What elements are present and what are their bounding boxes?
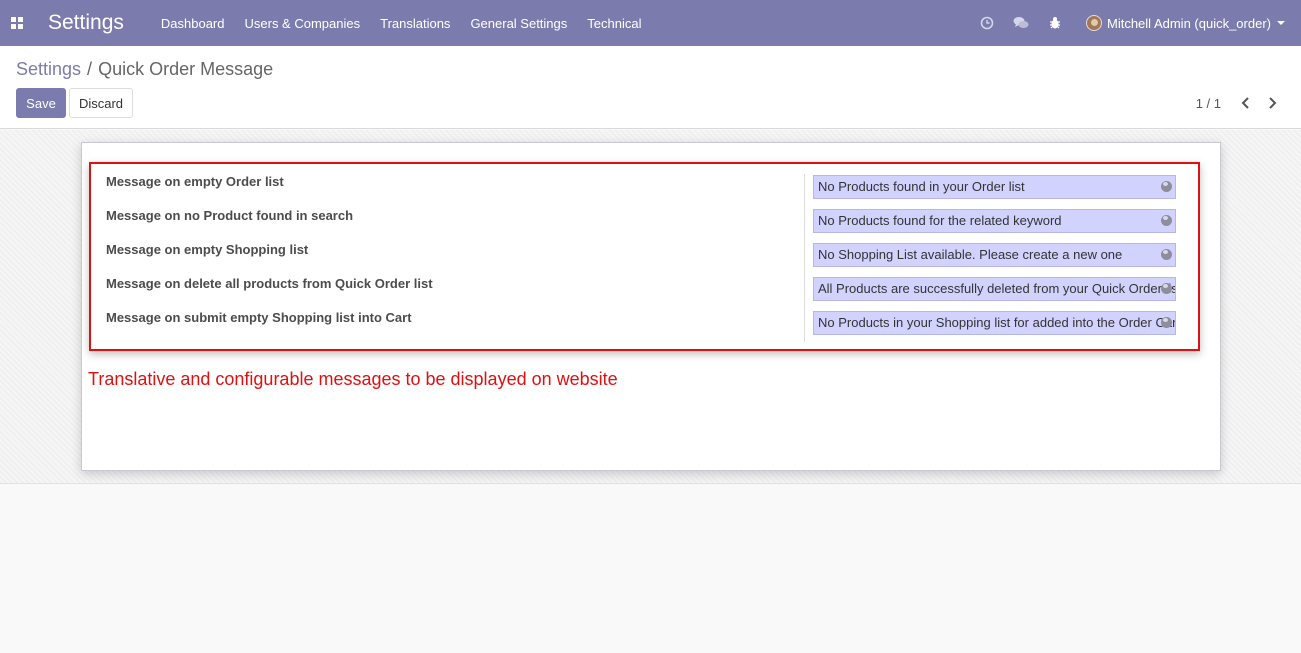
breadcrumb-separator: / <box>87 59 93 79</box>
highlight-box: Message on empty Order list Message on n… <box>89 162 1200 351</box>
pager: 1 / 1 <box>1196 88 1285 118</box>
menu-technical[interactable]: Technical <box>587 16 641 31</box>
control-panel: Settings / Quick Order Message Save Disc… <box>0 46 1301 129</box>
save-button[interactable]: Save <box>16 88 66 118</box>
avatar <box>1085 15 1102 31</box>
user-menu[interactable]: Mitchell Admin (quick_order) <box>1085 15 1285 31</box>
clock-icon[interactable] <box>970 0 1004 46</box>
field-input-empty-shopping-list[interactable]: No Shopping List available. Please creat… <box>813 243 1176 267</box>
menu-general-settings[interactable]: General Settings <box>470 16 567 31</box>
user-name: Mitchell Admin (quick_order) <box>1106 15 1271 31</box>
globe-icon[interactable] <box>1161 215 1172 226</box>
globe-icon[interactable] <box>1161 181 1172 192</box>
menu-users-companies[interactable]: Users & Companies <box>245 16 361 31</box>
chat-icon[interactable] <box>1004 0 1038 46</box>
field-label-no-product-found: Message on no Product found in search <box>106 208 354 223</box>
field-label-empty-order-list: Message on empty Order list <box>106 174 284 189</box>
globe-icon[interactable] <box>1161 283 1172 294</box>
chevron-right-icon[interactable] <box>1259 90 1285 116</box>
column-divider <box>804 174 805 342</box>
menu-translations[interactable]: Translations <box>380 16 450 31</box>
navbar-systray: Mitchell Admin (quick_order) <box>970 0 1301 46</box>
field-input-empty-order-list[interactable]: No Products found in your Order list <box>813 175 1176 199</box>
field-label-delete-all-products: Message on delete all products from Quic… <box>106 276 433 291</box>
breadcrumb-current: Quick Order Message <box>98 59 274 79</box>
breadcrumb: Settings / Quick Order Message <box>16 59 273 80</box>
field-label-empty-shopping-list: Message on empty Shopping list <box>106 242 309 257</box>
field-value: All Products are successfully deleted fr… <box>818 281 1176 296</box>
pager-value: 1 / 1 <box>1195 95 1221 111</box>
menu-dashboard[interactable]: Dashboard <box>161 16 225 31</box>
annotation-text: Translative and configurable messages to… <box>88 369 618 389</box>
apps-grid-icon[interactable] <box>0 0 33 46</box>
app-title: Settings <box>48 11 124 34</box>
globe-icon[interactable] <box>1161 249 1172 260</box>
field-input-submit-empty-shopping-list[interactable]: No Products in your Shopping list for ad… <box>813 311 1176 335</box>
bug-icon[interactable] <box>1038 0 1072 46</box>
field-value: No Products in your Shopping list for ad… <box>818 315 1176 330</box>
field-value: No Products found in your Order list <box>818 179 1025 194</box>
globe-icon[interactable] <box>1161 317 1172 328</box>
discard-button[interactable]: Discard <box>69 88 133 118</box>
form-sheet: Message on empty Order list Message on n… <box>81 142 1221 471</box>
field-input-no-product-found[interactable]: No Products found for the related keywor… <box>813 209 1176 233</box>
breadcrumb-settings-link[interactable]: Settings <box>16 59 81 80</box>
field-label-submit-empty-shopping-list: Message on submit empty Shopping list in… <box>106 310 412 325</box>
field-value: No Products found for the related keywor… <box>818 213 1062 228</box>
chevron-left-icon[interactable] <box>1233 90 1259 116</box>
caret-down-icon <box>1277 21 1285 25</box>
field-input-delete-all-products[interactable]: All Products are successfully deleted fr… <box>813 277 1176 301</box>
field-value: No Shopping List available. Please creat… <box>818 247 1123 262</box>
form-content-area: Message on empty Order list Message on n… <box>0 130 1301 484</box>
top-navbar: Settings Dashboard Users & Companies Tra… <box>0 0 1301 46</box>
